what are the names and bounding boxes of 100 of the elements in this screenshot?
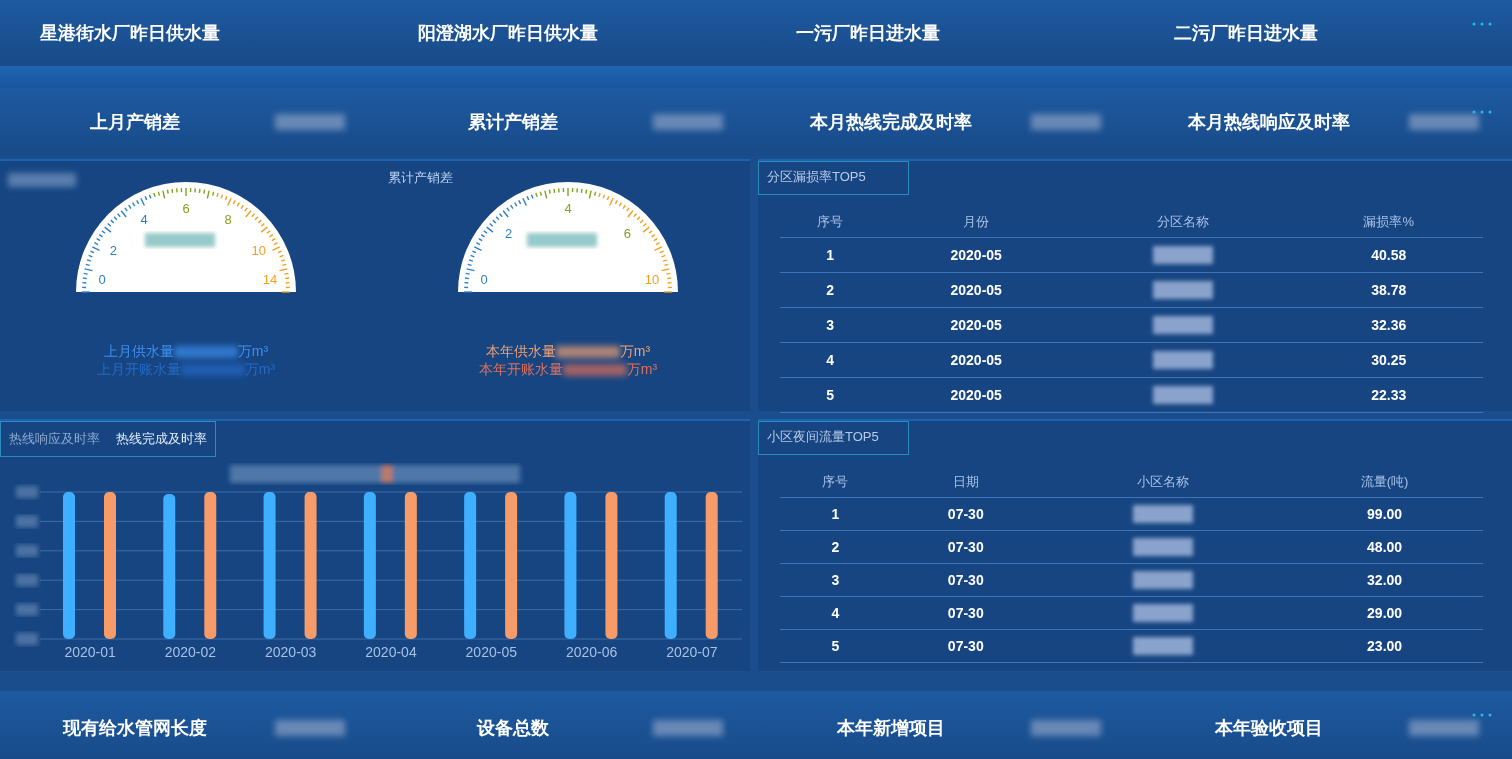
blurred-value bbox=[180, 364, 245, 376]
gauge-caption: 本年供水量 bbox=[485, 343, 556, 361]
table-cell: 07-30 bbox=[890, 629, 1041, 663]
blurred-value bbox=[1153, 386, 1214, 405]
gauge-tick-label: 4 bbox=[564, 201, 572, 216]
table-cell: 1 bbox=[780, 237, 881, 273]
table-cell: 30.25 bbox=[1294, 342, 1483, 378]
blurred-value bbox=[1133, 505, 1194, 524]
blurred-value bbox=[16, 486, 38, 498]
blurred-value bbox=[1153, 351, 1214, 370]
stat-label: 累计产销差 bbox=[467, 111, 559, 134]
more-icon[interactable] bbox=[1472, 110, 1492, 114]
column-header: 分区名称 bbox=[1071, 207, 1295, 238]
table-cell: 3 bbox=[780, 563, 891, 597]
stat-label: 上月产销差 bbox=[89, 111, 181, 134]
table-cell: 2 bbox=[780, 530, 891, 564]
more-icon[interactable] bbox=[1472, 713, 1492, 717]
stat-label: 二污厂昨日进水量 bbox=[1173, 22, 1318, 45]
blurred-value bbox=[653, 114, 723, 130]
unit-label: 万m³ bbox=[626, 361, 658, 379]
axis-label: 2020-01 bbox=[64, 644, 116, 660]
blurred-value bbox=[1031, 720, 1101, 736]
unit-label: 万m³ bbox=[244, 361, 276, 379]
gauge-caption: 上月供水量 bbox=[103, 343, 174, 361]
stat-label: 阳澄湖水厂昨日供水量 bbox=[417, 22, 598, 45]
blurred-value bbox=[1153, 246, 1214, 265]
unit-label: 万m³ bbox=[619, 343, 651, 361]
column-header: 小区名称 bbox=[1040, 467, 1287, 498]
blurred-value bbox=[562, 364, 627, 376]
blurred-value bbox=[16, 574, 38, 587]
stat-label: 现有给水管网长度 bbox=[61, 717, 208, 740]
stat-label: 星港街水厂昨日供水量 bbox=[39, 22, 220, 45]
table-cell: 07-30 bbox=[890, 497, 1041, 531]
blurred-value bbox=[1153, 316, 1214, 335]
gauge-tick-label: 2 bbox=[505, 225, 513, 241]
column-header: 序号 bbox=[780, 467, 891, 498]
column-header: 日期 bbox=[890, 467, 1041, 498]
table-cell: 22.33 bbox=[1294, 377, 1483, 413]
table-cell: 07-30 bbox=[890, 596, 1041, 630]
unit-label: 万m³ bbox=[237, 343, 269, 361]
table-cell: 2020-05 bbox=[880, 237, 1072, 273]
table-cell: 99.00 bbox=[1286, 497, 1483, 531]
table-cell: 2020-05 bbox=[880, 342, 1072, 378]
stat-label: 一污厂昨日进水量 bbox=[795, 22, 940, 45]
column-header: 流量(吨) bbox=[1286, 467, 1483, 498]
axis-label: 2020-03 bbox=[265, 644, 317, 660]
table-cell: 48.00 bbox=[1286, 530, 1483, 564]
panel-title: 小区夜间流量TOP5 bbox=[758, 421, 909, 455]
chart-tab[interactable]: 热线响应及时率 bbox=[1, 422, 108, 456]
blurred-value bbox=[1133, 604, 1194, 623]
table-cell: 5 bbox=[780, 377, 881, 413]
blurred-value bbox=[1133, 637, 1194, 656]
axis-label: 2020-06 bbox=[565, 644, 618, 660]
table-cell: 40.58 bbox=[1294, 237, 1483, 273]
table-cell: 2 bbox=[780, 272, 881, 308]
blurred-value bbox=[275, 114, 345, 130]
table-cell: 3 bbox=[780, 307, 881, 343]
blurred-value bbox=[16, 603, 38, 616]
table-cell: 4 bbox=[780, 342, 881, 378]
table-cell: 2020-05 bbox=[880, 272, 1072, 308]
table-cell: 38.78 bbox=[1294, 272, 1483, 308]
axis-label: 2020-07 bbox=[666, 644, 718, 660]
blurred-value bbox=[653, 720, 723, 736]
gauge-tick-label: 2 bbox=[109, 243, 117, 258]
more-icon[interactable] bbox=[1472, 22, 1492, 26]
gauge-tick-label: 8 bbox=[224, 212, 232, 228]
blurred-value bbox=[1153, 281, 1214, 300]
gauge-title: 累计产销差 bbox=[388, 169, 453, 187]
blurred-value bbox=[555, 346, 620, 358]
gauge-tick-label: 0 bbox=[480, 272, 488, 287]
gauge-tick-label: 14 bbox=[262, 272, 278, 287]
table-cell: 07-30 bbox=[890, 530, 1041, 564]
blurred-value bbox=[275, 720, 345, 736]
table-cell: 32.36 bbox=[1294, 307, 1483, 343]
blurred-value bbox=[1409, 114, 1479, 130]
column-header: 漏损率% bbox=[1294, 207, 1483, 238]
gauge-tick-label: 6 bbox=[623, 225, 631, 241]
stat-label: 本年新增项目 bbox=[836, 717, 946, 740]
column-header: 序号 bbox=[780, 207, 881, 238]
blurred-value bbox=[145, 233, 215, 247]
table-cell: 29.00 bbox=[1286, 596, 1483, 630]
gauge-tick-label: 10 bbox=[644, 272, 660, 287]
panel-title: 分区漏损率TOP5 bbox=[758, 161, 909, 195]
gauge-tick-label: 6 bbox=[182, 201, 190, 216]
stat-label: 本月热线完成及时率 bbox=[809, 111, 973, 134]
axis-label: 2020-02 bbox=[164, 644, 217, 660]
stat-label: 设备总数 bbox=[475, 717, 550, 740]
axis-label: 2020-05 bbox=[465, 644, 517, 660]
blurred-value bbox=[1409, 720, 1479, 736]
axis-label: 2020-04 bbox=[365, 644, 417, 660]
blurred-value bbox=[1133, 571, 1194, 590]
gauge-tick-label: 0 bbox=[98, 272, 106, 287]
blurred-value bbox=[16, 633, 38, 645]
stat-label: 本月热线响应及时率 bbox=[1187, 111, 1351, 134]
blurred-value bbox=[1031, 114, 1101, 130]
chart-tab[interactable]: 热线完成及时率 bbox=[108, 422, 215, 456]
table-cell: 5 bbox=[780, 629, 891, 663]
table-cell: 07-30 bbox=[890, 563, 1041, 597]
stat-label: 本年验收项目 bbox=[1214, 717, 1324, 740]
column-header: 月份 bbox=[880, 207, 1072, 238]
